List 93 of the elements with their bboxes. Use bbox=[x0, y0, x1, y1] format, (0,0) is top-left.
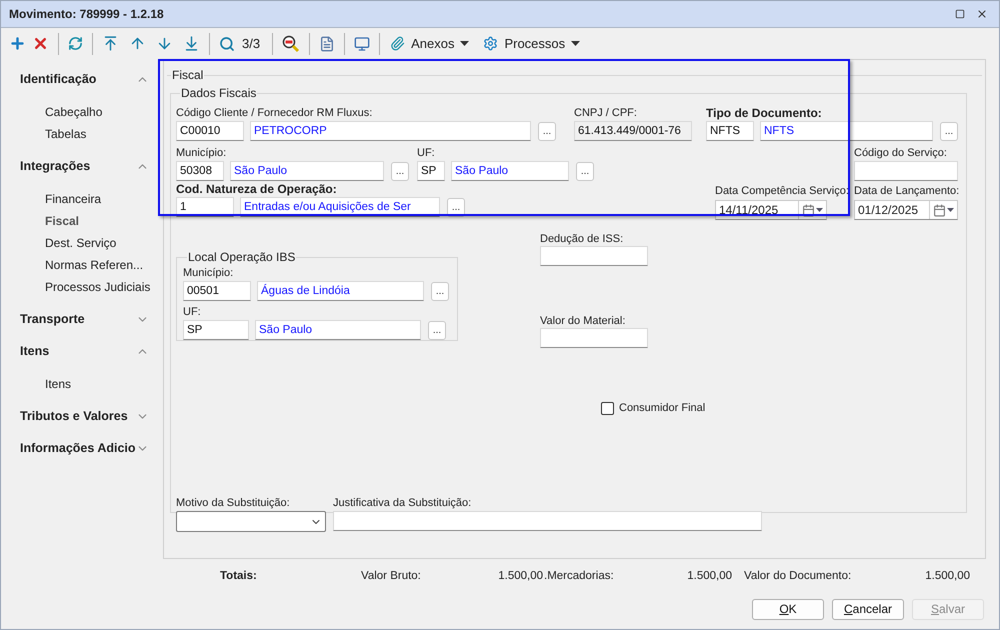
total-value: 1.500,00 bbox=[924, 569, 970, 584]
field-label: CNPJ / CPF: bbox=[574, 106, 637, 120]
arrow-down-to-line-icon bbox=[183, 35, 200, 52]
dropdown-field[interactable] bbox=[176, 511, 326, 532]
field-label: Data Competência Serviço: bbox=[715, 184, 849, 198]
field-label: Código Cliente / Fornecedor RM Fluxus: bbox=[176, 106, 372, 120]
plus-icon bbox=[9, 35, 26, 52]
text-field[interactable] bbox=[540, 328, 648, 348]
document-icon bbox=[319, 36, 336, 52]
dialog-button[interactable]: Cancelar bbox=[832, 598, 904, 620]
sidebar-item[interactable]: Financeira bbox=[1, 188, 102, 210]
sidebar-item[interactable]: Tabelas bbox=[1, 123, 86, 145]
code-field[interactable]: 1 bbox=[176, 197, 234, 217]
lookup-button[interactable]: ... bbox=[940, 122, 958, 140]
sidebar-section[interactable]: Transporte bbox=[1, 303, 163, 335]
field-label: Justificativa da Substituição: bbox=[333, 496, 472, 510]
name-field[interactable]: São Paulo bbox=[230, 161, 384, 181]
window-title: Movimento: 789999 - 1.2.18 bbox=[9, 6, 164, 23]
name-field[interactable]: São Paulo bbox=[451, 161, 569, 181]
name-field[interactable]: NFTS bbox=[760, 121, 933, 141]
field-label: Município: bbox=[183, 266, 234, 280]
date-field[interactable]: 01/12/2025 bbox=[854, 200, 958, 220]
calendar-icon bbox=[933, 204, 946, 216]
field-label: Dedução de ISS: bbox=[540, 232, 624, 246]
text-field[interactable] bbox=[854, 161, 958, 181]
checkbox[interactable] bbox=[601, 402, 614, 414]
menu-button[interactable]: Anexos bbox=[386, 32, 474, 56]
group-title: Fiscal bbox=[171, 67, 204, 84]
field-label: Consumidor Final bbox=[619, 401, 706, 415]
refresh-icon bbox=[68, 36, 83, 51]
caret-icon bbox=[947, 208, 954, 212]
field-label: Valor do Material: bbox=[540, 314, 626, 328]
menu-button[interactable]: Processos bbox=[479, 32, 584, 56]
date-field[interactable]: 14/11/2025 bbox=[715, 200, 827, 220]
record-counter: 3/3 bbox=[242, 34, 260, 53]
totals-label: Totais: bbox=[219, 569, 258, 584]
field-label: Motivo da Substituição: bbox=[176, 496, 290, 510]
text-field[interactable] bbox=[540, 246, 648, 266]
code-field[interactable]: 50308 bbox=[176, 161, 224, 181]
code-field[interactable]: SP bbox=[417, 161, 445, 181]
gear-icon bbox=[483, 36, 498, 51]
field-label: UF: bbox=[183, 305, 201, 319]
total-label: Valor Bruto: bbox=[361, 569, 422, 584]
sidebar-section[interactable]: Itens bbox=[1, 335, 163, 367]
total-value: 1.500,00 bbox=[497, 569, 543, 584]
sidebar-item[interactable]: Cabeçalho bbox=[1, 101, 102, 123]
caret-icon bbox=[571, 41, 580, 46]
name-field[interactable]: PETROCORP bbox=[250, 121, 531, 141]
sidebar-section[interactable]: Integrações bbox=[1, 150, 163, 182]
name-field[interactable]: Entradas e/ou Aquisições de Ser bbox=[240, 197, 440, 217]
close-icon bbox=[32, 35, 49, 52]
code-field[interactable]: C00010 bbox=[176, 121, 244, 141]
name-field[interactable]: Águas de Lindóia bbox=[257, 281, 424, 301]
text-field[interactable] bbox=[333, 511, 762, 531]
sidebar-item[interactable]: Itens bbox=[1, 373, 72, 395]
total-value: 1.500,00 bbox=[686, 569, 732, 584]
field-label: UF: bbox=[417, 146, 435, 160]
monitor-icon bbox=[354, 36, 370, 52]
total-label: Valor do Documento: bbox=[744, 569, 852, 584]
code-field[interactable]: NFTS bbox=[706, 121, 754, 141]
sidebar-item[interactable]: Processos Judiciais bbox=[1, 276, 150, 298]
calendar-icon bbox=[802, 204, 815, 216]
sidebar-item[interactable]: Fiscal bbox=[1, 210, 80, 232]
caret-icon bbox=[816, 208, 823, 212]
sidebar-item[interactable]: Dest. Serviço bbox=[1, 232, 116, 254]
name-field[interactable]: São Paulo bbox=[255, 320, 421, 340]
field-label: Código do Serviço: bbox=[854, 146, 947, 160]
field-label: Município: bbox=[176, 146, 226, 160]
lookup-button[interactable]: ... bbox=[538, 122, 556, 140]
paperclip-icon bbox=[390, 36, 406, 51]
arrow-up-to-line-icon bbox=[102, 35, 119, 52]
lookup-button[interactable]: ... bbox=[431, 282, 449, 300]
code-field[interactable]: 00501 bbox=[183, 281, 251, 301]
group-title: Dados Fiscais bbox=[180, 85, 258, 102]
close-icon bbox=[976, 8, 988, 20]
dialog-button[interactable]: OK bbox=[752, 598, 824, 620]
group-title: Local Operação IBS bbox=[187, 249, 296, 266]
field-label: Tipo de Documento: bbox=[706, 106, 822, 120]
field-label: Data de Lançamento: bbox=[854, 184, 960, 198]
lookup-button[interactable]: ... bbox=[391, 162, 409, 180]
magnifier-icon bbox=[282, 34, 300, 52]
total-label: .Mercadorias: bbox=[544, 569, 615, 584]
square-icon bbox=[955, 9, 965, 19]
sidebar-item[interactable]: Normas Referen... bbox=[1, 254, 144, 276]
lookup-button[interactable]: ... bbox=[576, 162, 594, 180]
code-field[interactable]: SP bbox=[183, 320, 249, 340]
lookup-button[interactable]: ... bbox=[428, 320, 446, 340]
search-icon bbox=[219, 36, 235, 52]
sidebar-section[interactable]: Tributos e Valores bbox=[1, 400, 163, 432]
field-label: Cod. Natureza de Operação: bbox=[176, 182, 337, 196]
sidebar-section[interactable]: Identificação bbox=[1, 63, 163, 95]
caret-icon bbox=[460, 41, 470, 46]
sidebar-section[interactable]: Informações Adicio bbox=[1, 432, 163, 464]
